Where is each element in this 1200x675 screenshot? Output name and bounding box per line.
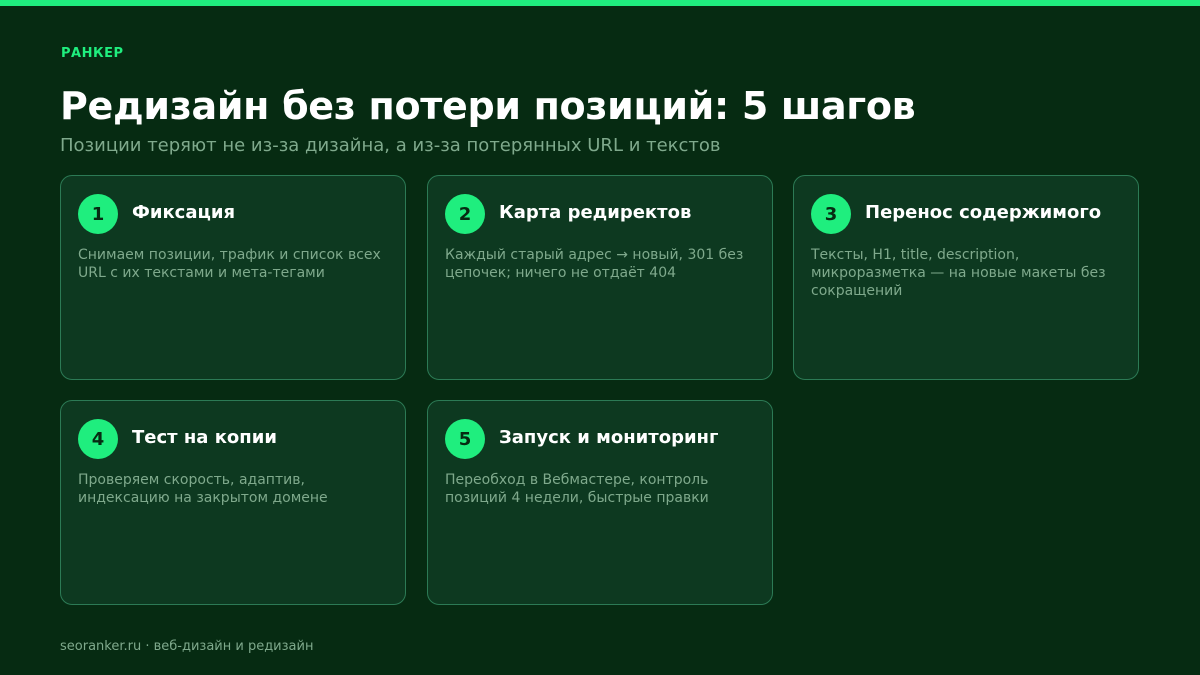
page-title: Редизайн без потери позиций: 5 шагов (60, 84, 916, 128)
top-accent-bar (0, 0, 1200, 6)
step-number-badge: 5 (445, 419, 485, 459)
step-card-4: 4 Тест на копии Проверяем скорость, адап… (60, 400, 406, 605)
step-card-2: 2 Карта редиректов Каждый старый адрес →… (427, 175, 773, 380)
step-number-badge: 3 (811, 194, 851, 234)
step-description: Проверяем скорость, адаптив, индексацию … (78, 472, 328, 506)
step-title: Фиксация (132, 202, 236, 223)
steps-grid: 1 Фиксация Снимаем позиции, трафик и спи… (60, 175, 1140, 606)
step-card-5: 5 Запуск и мониторинг Переобход в Вебмас… (427, 400, 773, 605)
step-description: Переобход в Вебмастере, контроль позиций… (445, 472, 709, 506)
step-title: Запуск и мониторинг (499, 427, 719, 448)
step-description: Каждый старый адрес → новый, 301 без цеп… (445, 247, 744, 281)
step-number-badge: 4 (78, 419, 118, 459)
step-title: Перенос содержимого (865, 202, 1102, 223)
step-description: Снимаем позиции, трафик и список всех UR… (78, 247, 381, 281)
step-title: Карта редиректов (499, 202, 692, 223)
footer-text: seoranker.ru · веб-дизайн и редизайн (60, 639, 314, 654)
page-subtitle: Позиции теряют не из-за дизайна, а из-за… (60, 135, 721, 156)
step-card-3: 3 Перенос содержимого Тексты, H1, title,… (793, 175, 1139, 380)
step-number-badge: 2 (445, 194, 485, 234)
step-number-badge: 1 (78, 194, 118, 234)
step-description: Тексты, H1, title, description, микрораз… (811, 247, 1106, 299)
step-title: Тест на копии (132, 427, 277, 448)
brand-label: РАНКЕР (61, 46, 124, 61)
step-card-1: 1 Фиксация Снимаем позиции, трафик и спи… (60, 175, 406, 380)
